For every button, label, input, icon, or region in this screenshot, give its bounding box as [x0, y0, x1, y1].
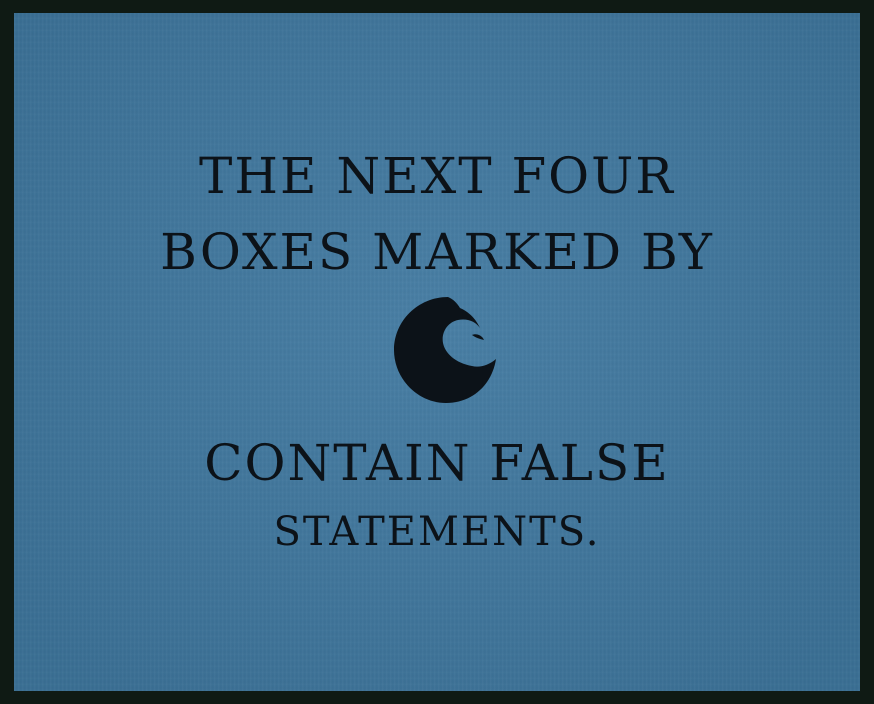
message-line-4: STATEMENTS. [273, 509, 601, 555]
message-card: THE NEXT FOUR BOXES MARKED BY CONTAIN FA… [14, 13, 860, 691]
message-line-3: CONTAIN FALSE [204, 434, 670, 492]
message-line-2: BOXES MARKED BY [160, 223, 714, 281]
message-line-1: THE NEXT FOUR [199, 147, 675, 205]
screen-frame: THE NEXT FOUR BOXES MARKED BY CONTAIN FA… [0, 0, 874, 704]
crescent-moon-icon [394, 297, 496, 403]
